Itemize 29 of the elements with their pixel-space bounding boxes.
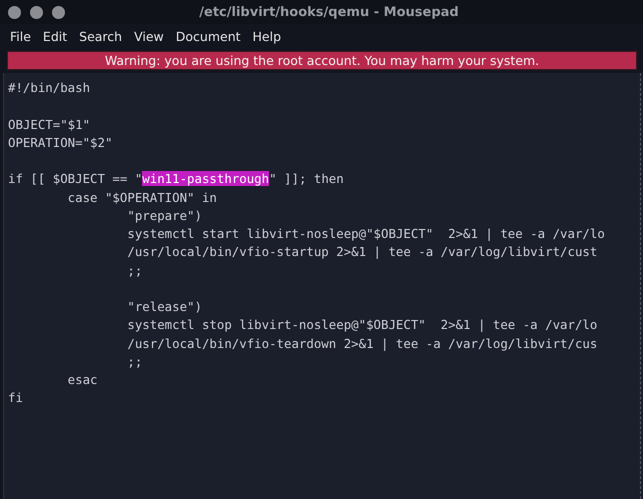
code-text: systemctl stop libvirt-nosleep@"$OBJECT" 2>&1 | tee -a /var/lo xyxy=(126,317,598,332)
window-control-icon[interactable] xyxy=(52,6,65,18)
code-text: fi xyxy=(8,390,23,406)
code-text: if [[ $OBJECT == " xyxy=(8,171,142,186)
code-text: " ]]; then xyxy=(269,171,344,186)
code-text: "prepare") xyxy=(126,208,202,223)
window-control-icon[interactable] xyxy=(8,6,21,18)
menu-item[interactable]: Help xyxy=(246,28,288,44)
menu-item[interactable]: Document xyxy=(170,28,247,44)
code-text: "release") xyxy=(126,299,202,314)
window-title: /etc/libvirt/hooks/qemu - Mousepad xyxy=(198,4,460,20)
code-text: OBJECT="$1" xyxy=(8,116,90,132)
code-text: /usr/local/bin/vfio-teardown 2>&1 | tee -a /var/log/libvirt/cus xyxy=(126,336,598,350)
code-text: ;; xyxy=(126,354,142,369)
code-text: OPERATION="$2" xyxy=(8,134,112,150)
code-text: /usr/local/bin/vfio-startup 2>&1 | tee -a /var/log/libvirt/cust xyxy=(126,244,598,260)
menu-item[interactable]: Search xyxy=(73,28,128,44)
code-text: #!/bin/bash xyxy=(8,80,90,95)
code-text: ;; xyxy=(126,262,142,278)
code-text: esac xyxy=(66,372,98,387)
window-control-icon[interactable] xyxy=(30,6,43,18)
warning-banner: Warning: you are using the root account. You may harm your system. xyxy=(7,51,637,70)
menu-item[interactable]: File xyxy=(4,28,37,44)
selected-text: win11-passthrough xyxy=(142,171,270,186)
code-text: systemctl start libvirt-nosleep@"$OBJECT" 2>&1 | tee -a /var/lo xyxy=(126,226,605,241)
menu-item[interactable]: Edit xyxy=(36,28,74,44)
menu-item[interactable]: View xyxy=(128,28,170,44)
code-text: case "$OPERATION" in xyxy=(66,190,217,204)
text-editor[interactable] xyxy=(3,73,643,499)
